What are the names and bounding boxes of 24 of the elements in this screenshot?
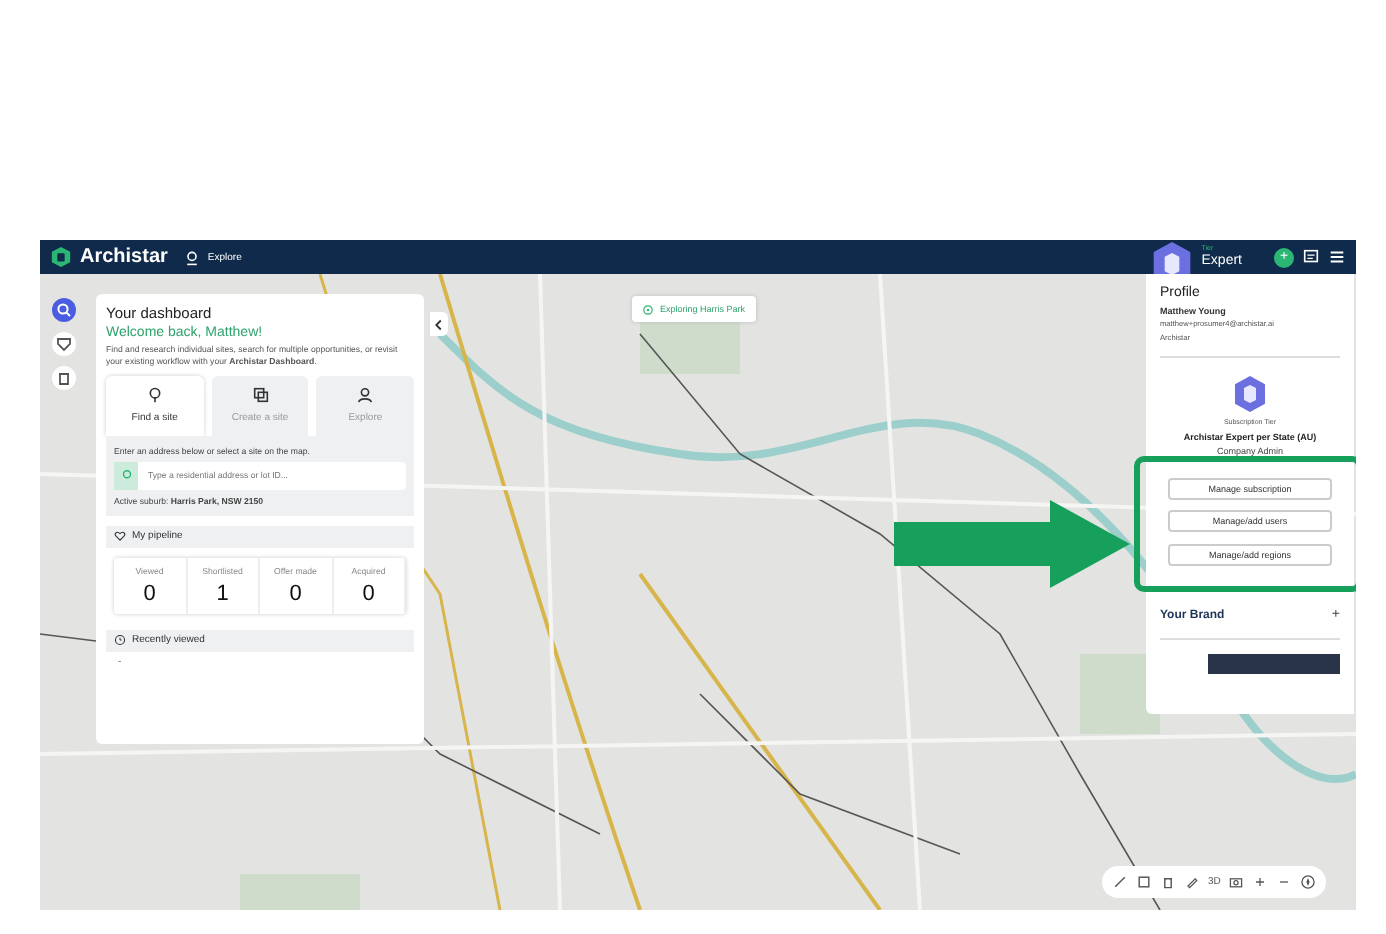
compass-icon[interactable] — [1300, 874, 1317, 890]
zoom-in-icon[interactable] — [1252, 874, 1269, 890]
person-icon — [356, 386, 375, 405]
brand-preview-placeholder — [1208, 654, 1340, 674]
logo-icon — [50, 246, 72, 268]
layers-icon — [251, 386, 269, 405]
brand-name: Archistar — [80, 246, 168, 268]
stat-value: 0 — [143, 581, 156, 606]
measure-icon[interactable] — [1112, 874, 1128, 890]
stat-value: 0 — [362, 581, 375, 606]
clock-icon — [114, 634, 126, 647]
target-icon — [642, 303, 654, 315]
search-icon — [54, 300, 74, 320]
chat-icon[interactable] — [1302, 248, 1320, 266]
cube-logo-icon — [1232, 373, 1268, 413]
camera-icon[interactable] — [1228, 874, 1245, 890]
heart-icon — [114, 530, 126, 543]
polygon-icon[interactable] — [1136, 874, 1152, 890]
shield-icon — [54, 334, 74, 354]
pencil-icon[interactable] — [1184, 874, 1200, 890]
menu-icon[interactable] — [1328, 248, 1346, 266]
stat-value: 1 — [216, 581, 229, 606]
stat-value: 0 — [289, 581, 302, 606]
collapse-button[interactable] — [430, 312, 448, 336]
